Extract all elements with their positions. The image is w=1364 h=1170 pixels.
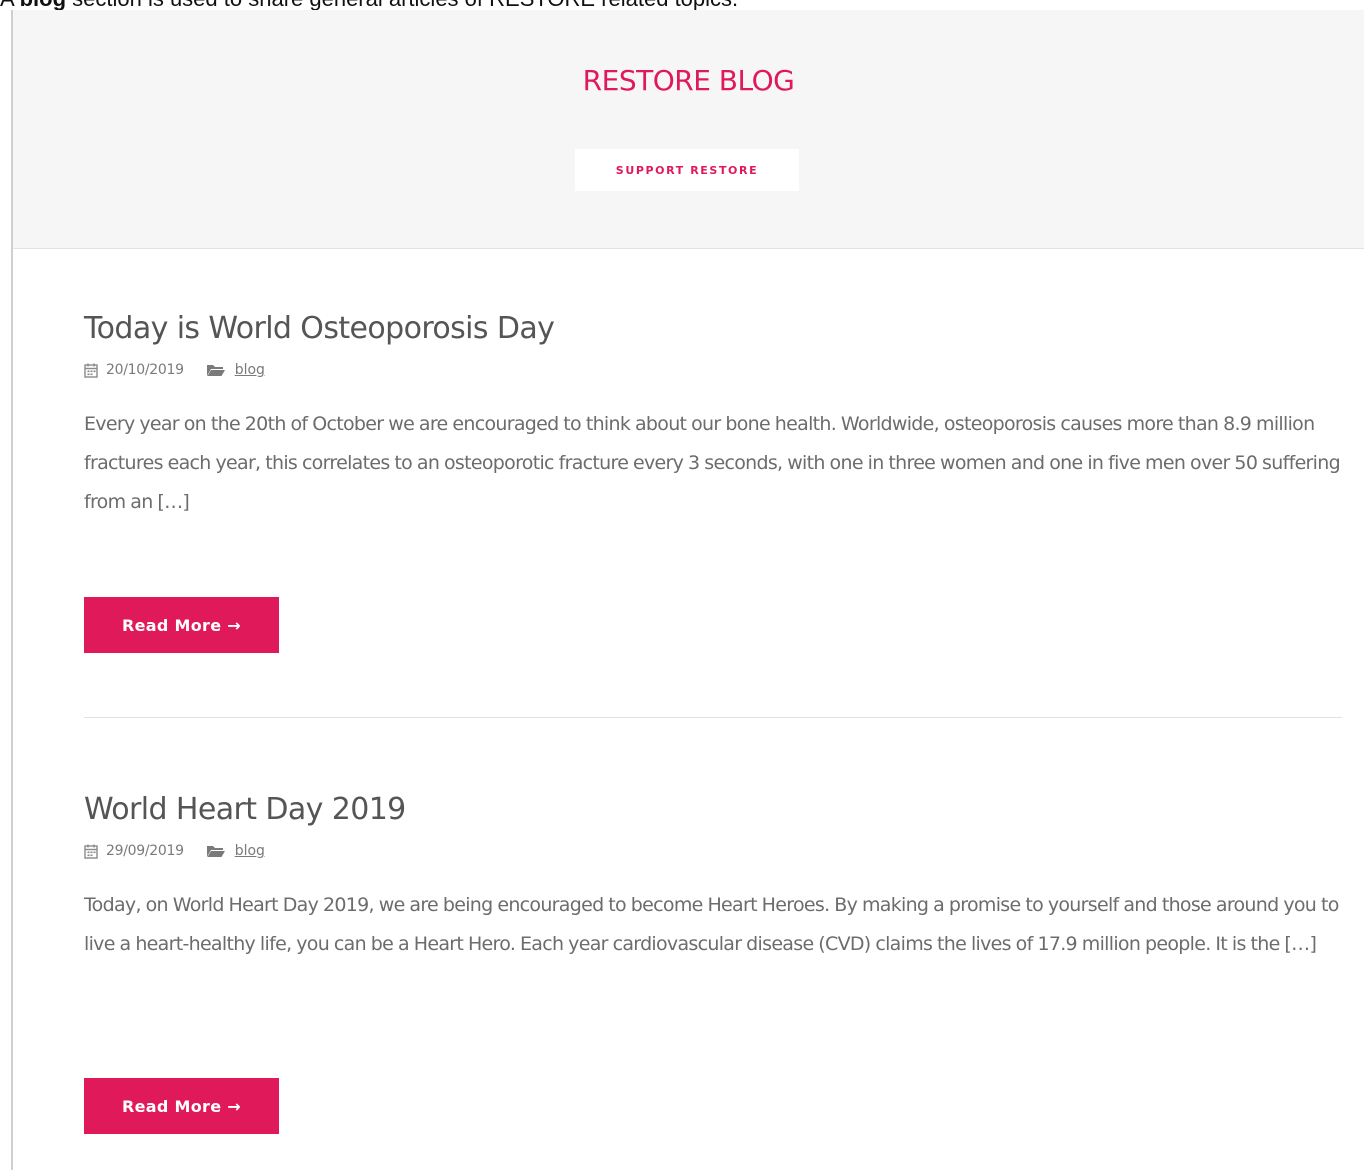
- folder-icon: [206, 846, 225, 857]
- support-restore-button[interactable]: SUPPORT RESTORE: [575, 149, 799, 191]
- calendar-icon: [84, 363, 98, 378]
- blog-post: Today is World Osteoporosis Day 20/10/20…: [84, 311, 1342, 653]
- post-date: 29/09/2019: [106, 843, 184, 859]
- post-meta: 20/10/2019 blog: [84, 361, 1342, 379]
- folder-icon: [206, 365, 225, 376]
- post-title[interactable]: World Heart Day 2019: [84, 792, 1342, 828]
- post-title[interactable]: Today is World Osteoporosis Day: [84, 311, 1342, 347]
- post-meta: 29/09/2019 blog: [84, 842, 1342, 860]
- post-date: 20/10/2019: [106, 362, 184, 378]
- blog-page: RESTORE BLOG SUPPORT RESTORE Today is Wo…: [11, 10, 1364, 1170]
- page-caption: A blog section is used to share general …: [0, 0, 738, 10]
- post-excerpt: Today, on World Heart Day 2019, we are b…: [84, 894, 1339, 955]
- page-title: RESTORE BLOG: [582, 64, 795, 97]
- post-category-link[interactable]: blog: [235, 843, 265, 859]
- post-category-link[interactable]: blog: [235, 362, 265, 378]
- post-divider: [84, 717, 1342, 718]
- hero-banner: RESTORE BLOG SUPPORT RESTORE: [13, 10, 1364, 249]
- blog-post: World Heart Day 2019 29/09/2019 blog Tod…: [84, 792, 1342, 1134]
- calendar-icon: [84, 844, 98, 859]
- read-more-button[interactable]: Read More →: [84, 597, 279, 653]
- read-more-button[interactable]: Read More →: [84, 1078, 279, 1134]
- post-excerpt: Every year on the 20th of October we are…: [84, 413, 1341, 513]
